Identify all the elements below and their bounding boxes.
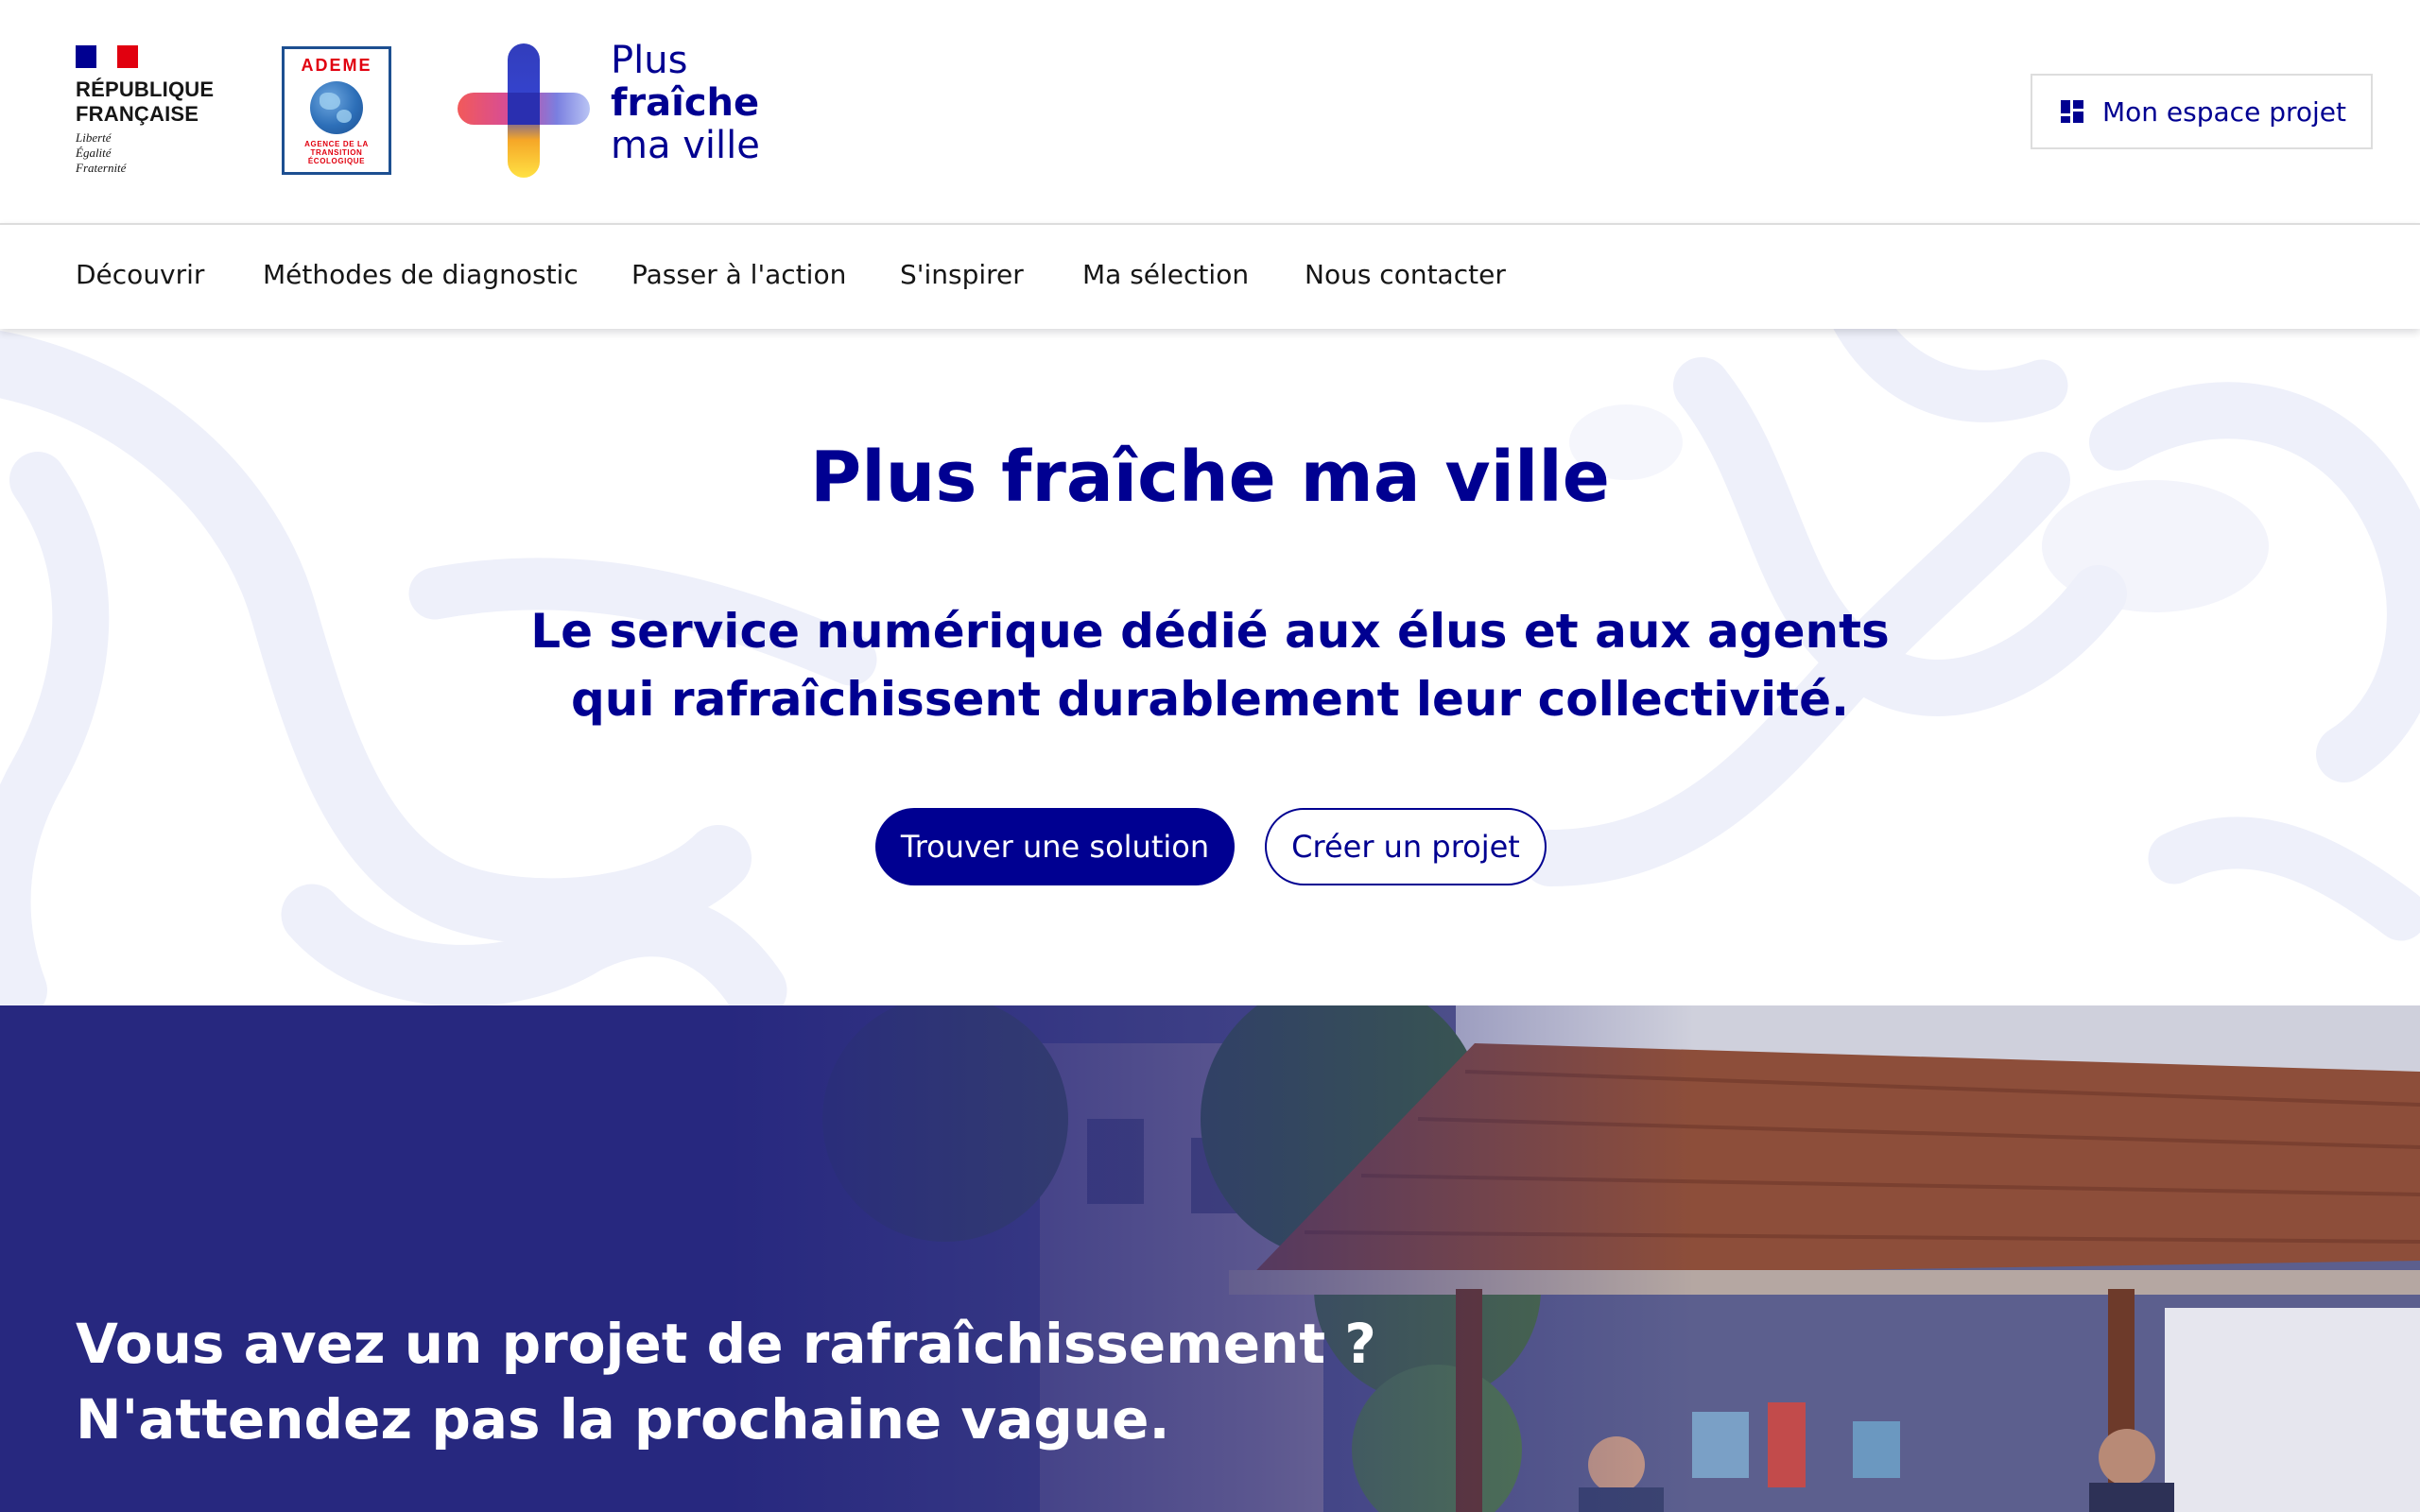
plus-cross-logo-icon[interactable]: [458, 43, 590, 178]
hero-title: Plus fraîche ma ville: [0, 435, 2420, 520]
ademe-title: ADEME: [301, 56, 372, 75]
nav-item-passer-action[interactable]: Passer à l'action: [631, 255, 846, 295]
hero-section: Plus fraîche ma ville Le service numériq…: [0, 329, 2420, 1005]
cta-banner: Vous avez un projet de rafraîchissement …: [0, 1005, 2420, 1512]
trouver-solution-button[interactable]: Trouver une solution: [875, 808, 1235, 885]
republique-motto: Liberté Égalité Fraternité: [76, 130, 127, 175]
nav-item-decouvrir[interactable]: Découvrir: [76, 255, 204, 295]
banner-heading-line1: Vous avez un projet de rafraîchissement …: [76, 1312, 1376, 1376]
nav-item-nous-contacter[interactable]: Nous contacter: [1305, 255, 1506, 295]
nav-item-methodes-diagnostic[interactable]: Méthodes de diagnostic: [263, 255, 579, 295]
creer-projet-button[interactable]: Créer un projet: [1265, 808, 1547, 885]
ademe-logo[interactable]: ADEME AGENCE DE LA TRANSITION ÉCOLOGIQUE: [282, 46, 391, 175]
globe-icon: [310, 81, 363, 134]
mon-espace-projet-button[interactable]: Mon espace projet: [2031, 74, 2373, 149]
nav-item-ma-selection[interactable]: Ma sélection: [1082, 255, 1249, 295]
site-name-line1: Plus: [611, 39, 688, 82]
ademe-subtitle: AGENCE DE LA TRANSITION ÉCOLOGIQUE: [304, 140, 369, 165]
hero-title-part2: ma ville: [1275, 437, 1610, 518]
nav-item-sinspirer[interactable]: S'inspirer: [900, 255, 1024, 295]
site-name-line2: fraîche: [611, 81, 760, 125]
hero-title-bold: fraîche: [1001, 437, 1276, 518]
site-name-line3: ma ville: [611, 124, 760, 167]
site-name[interactable]: Plus fraîche ma ville: [611, 40, 800, 167]
republique-name: RÉPUBLIQUE FRANÇAISE: [76, 77, 215, 126]
mon-espace-projet-label: Mon espace projet: [2102, 95, 2346, 128]
main-navigation: Découvrir Méthodes de diagnostic Passer …: [0, 223, 2420, 329]
dashboard-icon: [2061, 100, 2083, 123]
banner-heading-line2: N'attendez pas la prochaine vague.: [76, 1387, 1170, 1452]
site-header: RÉPUBLIQUE FRANÇAISE Liberté Égalité Fra…: [0, 0, 2420, 223]
republique-francaise-logo[interactable]: RÉPUBLIQUE FRANÇAISE Liberté Égalité Fra…: [76, 45, 236, 187]
marianne-flag-icon: [76, 45, 138, 68]
hero-subtitle: Le service numérique dédié aux élus et a…: [454, 597, 1966, 733]
hero-subtitle-line1: Le service numérique dédié aux élus et a…: [530, 604, 1890, 659]
hero-subtitle-line2: qui rafraîchissent durablement leur coll…: [571, 672, 1849, 727]
banner-heading: Vous avez un projet de rafraîchissement …: [76, 1306, 1399, 1457]
hero-title-part1: Plus: [810, 437, 1002, 518]
